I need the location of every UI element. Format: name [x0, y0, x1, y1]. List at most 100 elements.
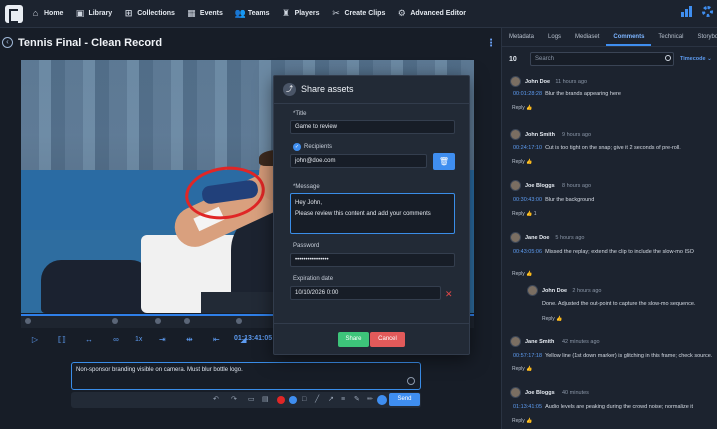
reply-button[interactable]: Reply 👍 [512, 105, 532, 111]
stats-icon[interactable] [681, 6, 692, 17]
emoji-icon[interactable] [407, 377, 415, 385]
password-field[interactable]: •••••••••••••••• [290, 253, 455, 267]
comment-author: Jane Doe [525, 235, 550, 241]
expiration-field[interactable]: 10/10/2026 0:00 [290, 286, 441, 300]
nav-events[interactable]: ▦ Events [187, 9, 223, 18]
comment-input[interactable]: Non-sponsor branding visible on camera. … [71, 362, 421, 390]
mark-in-icon[interactable]: ⇥ [157, 335, 167, 344]
back-icon[interactable]: ‹ [2, 37, 13, 48]
nav-home[interactable]: ⌂ Home [31, 9, 64, 18]
tab-technical[interactable]: Technical [651, 28, 690, 46]
cancel-button[interactable]: Cancel [370, 332, 405, 347]
share-button[interactable]: Share [338, 332, 369, 347]
undo-icon[interactable]: ↶ [213, 396, 219, 404]
timecode-select[interactable]: Timecode ⌄ [680, 56, 712, 62]
expiration-label: Expiration date [293, 276, 334, 282]
expand-icon[interactable]: ↔ [84, 335, 94, 344]
like-icon[interactable]: 👍 [556, 316, 562, 322]
more-options-icon[interactable]: ⋮ [486, 38, 496, 49]
red-color-icon[interactable] [277, 396, 285, 404]
gear-icon[interactable] [702, 6, 713, 17]
message-field[interactable]: Hey John, Please review this content and… [290, 193, 455, 234]
rectangle-icon[interactable]: □ [302, 396, 306, 404]
search-icon[interactable] [665, 55, 671, 61]
avatar [510, 180, 521, 191]
comment-body: 00:57:17:18 Yellow line (1st down marker)… [513, 353, 712, 359]
reply-button[interactable]: Reply 👍 [512, 159, 532, 165]
speed-selector[interactable]: 1x [135, 336, 142, 343]
like-icon[interactable]: 👍 1 [526, 211, 536, 217]
pen-size-icon[interactable] [289, 396, 297, 404]
line-icon[interactable]: ╱ [315, 396, 319, 404]
current-timecode: 01:13:41:05 / [234, 335, 276, 342]
comment-timecode[interactable]: 00:30:43:00 [513, 197, 542, 203]
timeline-marker[interactable] [25, 318, 31, 324]
like-icon[interactable]: 👍 [526, 271, 532, 277]
tab-logs[interactable]: Logs [541, 28, 568, 46]
timeline-marker[interactable] [236, 318, 242, 324]
comment-timecode[interactable]: 00:57:17:18 [513, 353, 542, 359]
like-icon[interactable]: 👍 [526, 105, 532, 111]
timeline-marker[interactable] [155, 318, 161, 324]
modal-header: ⤴ Share assets [274, 76, 469, 104]
timeline-marker[interactable] [112, 318, 118, 324]
delete-recipient-button[interactable]: 🗑 [433, 153, 455, 170]
comment-timecode[interactable]: 01:13:41:05 [513, 404, 542, 410]
title-label: *Title [293, 111, 307, 117]
reply-button[interactable]: Reply 👍 [512, 271, 532, 277]
nav-collections[interactable]: ⊞ Collections [124, 9, 175, 18]
mark-out-icon[interactable]: ⇤ [211, 335, 221, 344]
redo-icon[interactable]: ↷ [231, 396, 237, 404]
split-icon[interactable]: ⇹ [184, 335, 194, 344]
text-icon[interactable]: ≡ [341, 396, 345, 404]
reply-button[interactable]: Reply 👍 [512, 418, 532, 424]
like-icon[interactable]: 👍 [526, 159, 532, 165]
nav-teams[interactable]: 👥 Teams [235, 9, 270, 18]
comment-timecode[interactable]: 00:24:17:10 [513, 145, 542, 151]
recipients-check-icon[interactable]: ✓ [293, 143, 301, 151]
clear-date-icon[interactable]: ✕ [445, 289, 453, 300]
scissors-icon: ✂ [332, 8, 340, 18]
reply-label: Reply [512, 418, 527, 424]
timeline-marker[interactable] [184, 318, 190, 324]
title-field[interactable]: Game to review [290, 120, 455, 134]
recipient-field[interactable]: john@doe.com [290, 154, 427, 168]
nav-advanced-editor[interactable]: ⚙ Advanced Editor [397, 9, 466, 18]
arrow-icon[interactable]: ↗ [328, 396, 334, 404]
highlighter-icon[interactable]: ✎ [354, 396, 360, 404]
reply-label: Reply [512, 105, 527, 111]
timecode-value: 01:13:41:05 [234, 335, 273, 342]
save-icon[interactable]: ▭ [248, 396, 255, 404]
tab-mediaset[interactable]: Mediaset [568, 28, 606, 46]
library-icon: ▣ [75, 8, 85, 18]
tab-metadata[interactable]: Metadata [502, 28, 541, 46]
reply-label: Reply [542, 316, 557, 322]
like-icon[interactable]: 👍 [526, 366, 532, 372]
recipient-field-value: john@doe.com [295, 158, 336, 164]
comment-timecode[interactable]: 00:01:28:28 [513, 91, 542, 97]
like-icon[interactable]: 👍 [526, 418, 532, 424]
tab-comments[interactable]: Comments [606, 28, 652, 46]
comment-timecode[interactable]: 00:43:05:06 [513, 249, 542, 255]
app-logo[interactable] [5, 4, 23, 23]
password-field-value: •••••••••••••••• [295, 257, 329, 263]
close-drawing-icon[interactable] [377, 395, 387, 405]
nav-library[interactable]: ▣ Library [75, 8, 113, 18]
play-icon[interactable]: ▷ [30, 335, 40, 344]
reply-button[interactable]: Reply 👍 [512, 366, 532, 372]
loop-icon[interactable]: ⟦⟧ [57, 335, 67, 344]
tab-storyboard[interactable]: Storyboa [690, 28, 717, 46]
search-input[interactable]: Search [530, 52, 674, 66]
nav-create-clips[interactable]: ✂ Create Clips [331, 9, 385, 18]
trash-icon[interactable]: ▤ [262, 396, 269, 404]
events-icon: ▦ [187, 8, 196, 18]
reply-button[interactable]: Reply 👍 [542, 316, 562, 322]
send-button[interactable]: Send [389, 393, 420, 406]
message-line: Hey John, [295, 200, 323, 206]
comment-body: 00:30:43:00 Blur the background [513, 197, 594, 203]
pencil-icon[interactable]: ✏ [367, 396, 373, 404]
link-icon[interactable]: ∞ [111, 335, 121, 344]
nav-players[interactable]: ♜ Players [282, 9, 319, 18]
comment-author: John Smith [525, 132, 555, 138]
reply-button[interactable]: Reply 👍 1 [512, 211, 537, 217]
